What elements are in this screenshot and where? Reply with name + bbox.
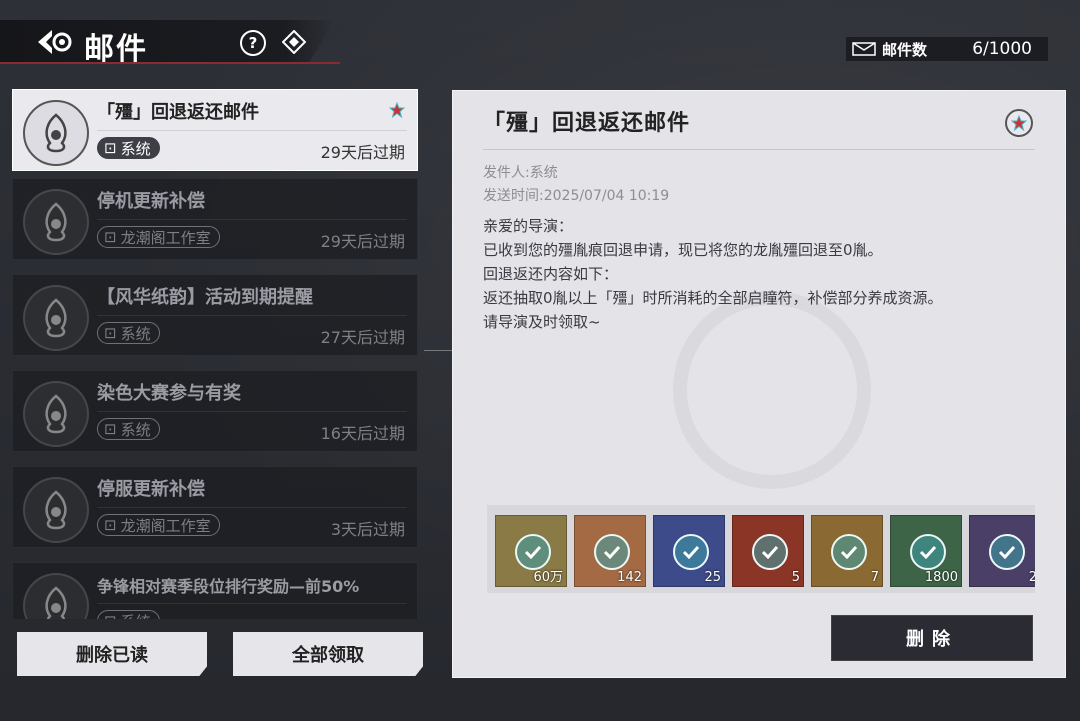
body-line: 已收到您的殭胤痕回退申请，现已将您的龙胤殭回退至0胤。	[483, 241, 883, 259]
claimed-check-icon	[752, 534, 788, 570]
sender-badge: ⊡ 龙潮阁工作室	[97, 514, 220, 536]
sender-badge: ⊡系统	[97, 137, 160, 159]
mail-title: 染色大赛参与有奖	[97, 383, 241, 404]
envelope-icon	[852, 42, 876, 56]
system-icon: ⊡	[104, 139, 117, 157]
divider	[97, 315, 407, 316]
detail-body: 亲爱的导演： 已收到您的殭胤痕回退申请，现已将您的龙胤殭回退至0胤。 回退返还内…	[483, 214, 943, 334]
mail-title: 【风华纸韵】活动到期提醒	[97, 287, 313, 308]
system-icon: ⊡	[104, 324, 117, 342]
mail-item[interactable]: 【风华纸韵】活动到期提醒 ⊡ 系统 27天后过期	[12, 274, 418, 356]
detail-title: 「殭」回退返还邮件	[483, 111, 691, 136]
blue-flame-icon[interactable]: 25	[653, 515, 725, 587]
favorite-star-icon[interactable]	[389, 102, 405, 118]
mail-title: 停服更新补偿	[97, 479, 205, 500]
sender-label: 龙潮阁工作室	[120, 228, 211, 247]
sender-label: 龙潮阁工作室	[120, 516, 211, 535]
golden-dragon-icon[interactable]: 7	[811, 515, 883, 587]
reward-list[interactable]: 60万 142 25 5 7 1800 2	[487, 505, 1035, 593]
mail-avatar-icon	[23, 100, 89, 166]
mail-avatar-icon	[23, 285, 89, 351]
claimed-check-icon	[673, 534, 709, 570]
claimed-check-icon	[910, 534, 946, 570]
diamond-menu-icon[interactable]	[282, 30, 306, 54]
detail-sender: 发件人:系统	[483, 165, 558, 181]
expire-text: 16天后过期	[320, 424, 405, 443]
talisman-card-icon[interactable]: 142	[574, 515, 646, 587]
expire-text: 27天后过期	[320, 328, 405, 347]
mail-avatar-icon	[23, 189, 89, 255]
mail-item[interactable]: 争锋相对赛季段位排行奖励—前50% ⊡ 系统	[12, 562, 418, 619]
body-line: 请导演及时领取~	[483, 313, 601, 331]
sender-badge: ⊡系统	[97, 322, 160, 344]
divider	[97, 603, 407, 604]
sender-label: 系统	[120, 139, 151, 158]
connector-line	[424, 350, 452, 351]
detail-sent-time: 发送时间:2025/07/04 10:19	[483, 188, 670, 204]
sender-label: 系统	[121, 611, 151, 620]
purple-orb-icon[interactable]: 2	[969, 515, 1035, 587]
mail-title: 「殭」回退返还邮件	[97, 102, 259, 123]
reward-qty: 25	[704, 570, 721, 585]
mail-item[interactable]: 染色大赛参与有奖 ⊡ 系统 16天后过期	[12, 370, 418, 452]
help-icon[interactable]: ?	[240, 30, 266, 56]
expire-text: 29天后过期	[320, 232, 405, 251]
reward-qty: 2	[1028, 570, 1035, 585]
mail-avatar-icon	[23, 381, 89, 447]
page-title: 邮件	[84, 32, 148, 67]
divider	[97, 130, 407, 131]
system-icon: ⊡	[104, 612, 117, 619]
mail-count-box: 邮件数 6/1000	[846, 37, 1048, 61]
reward-qty: 7	[870, 570, 879, 585]
mail-avatar-icon	[23, 573, 89, 619]
header-accent-line	[0, 62, 340, 64]
sender-label: 系统	[120, 324, 151, 343]
red-flame-icon[interactable]: 5	[732, 515, 804, 587]
mail-avatar-icon	[23, 477, 89, 543]
reward-qty: 60万	[533, 570, 563, 585]
reward-qty: 5	[791, 570, 800, 585]
divider	[97, 507, 407, 508]
mail-item[interactable]: 停服更新补偿 ⊡ 龙潮阁工作室 3天后过期	[12, 466, 418, 548]
claimed-check-icon	[831, 534, 867, 570]
body-line: 回退返还内容如下：	[483, 265, 619, 283]
sender-badge: ⊡ 系统	[97, 610, 160, 619]
system-icon: ⊡	[104, 228, 117, 246]
mail-item[interactable]: 停机更新补偿 ⊡ 龙潮阁工作室 29天后过期	[12, 178, 418, 260]
mail-title: 停机更新补偿	[97, 191, 205, 212]
divider	[97, 411, 407, 412]
body-line: 亲爱的导演：	[483, 217, 574, 235]
sender-label: 系统	[120, 420, 151, 439]
expire-text: 3天后过期	[330, 520, 405, 539]
expire-text: 29天后过期	[320, 143, 405, 162]
reward-qty: 1800	[924, 570, 958, 585]
mail-list[interactable]: 「殭」回退返还邮件 ⊡ 系统 29天后过期 停机更新补偿 ⊡ 龙潮阁工作室 29天后…	[12, 89, 418, 619]
sender-badge: ⊡系统	[97, 418, 160, 440]
back-arrow-icon[interactable]	[36, 28, 76, 56]
divider	[483, 149, 1035, 150]
sender-badge: ⊡ 龙潮阁工作室	[97, 226, 220, 248]
claimed-check-icon	[594, 534, 630, 570]
mail-count-value: 6/1000	[972, 39, 1032, 59]
claim-all-button[interactable]: 全部领取	[233, 632, 423, 676]
delete-button[interactable]: 删除	[831, 615, 1033, 661]
favorite-star-icon[interactable]	[1005, 109, 1033, 137]
delete-read-button[interactable]: 删除已读	[17, 632, 207, 676]
divider	[97, 219, 407, 220]
claimed-check-icon	[515, 534, 551, 570]
claimed-check-icon	[989, 534, 1025, 570]
mail-count-label: 邮件数	[882, 40, 928, 59]
mail-item[interactable]: 「殭」回退返还邮件 ⊡ 系统 29天后过期	[12, 89, 418, 171]
body-line: 返还抽取0胤以上「殭」时所消耗的全部启瞳符，补偿部分养成资源。	[483, 289, 943, 307]
mail-title: 争锋相对赛季段位排行奖励—前50%	[97, 577, 360, 596]
system-icon: ⊡	[104, 420, 117, 438]
reward-qty: 142	[617, 570, 642, 585]
gold-coin-icon[interactable]: 60万	[495, 515, 567, 587]
system-icon: ⊡	[104, 516, 117, 534]
green-scroll-icon[interactable]: 1800	[890, 515, 962, 587]
mail-detail-panel: 「殭」回退返还邮件 发件人:系统 发送时间:2025/07/04 10:19 亲…	[452, 90, 1066, 678]
